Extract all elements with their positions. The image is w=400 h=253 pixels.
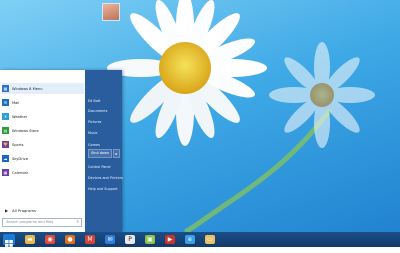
- program-item-mail[interactable]: ✉ Mail: [2, 97, 84, 108]
- link-pictures[interactable]: Pictures: [88, 117, 122, 127]
- program-label: Mail: [12, 100, 20, 105]
- all-programs-button[interactable]: ▶ All Programs: [5, 206, 83, 214]
- search-input[interactable]: Search programs and files ⌕: [2, 218, 82, 227]
- video-icon: ▶: [167, 235, 173, 243]
- chrome-icon: ◉: [47, 235, 53, 243]
- internet-explorer-icon: e: [188, 235, 192, 243]
- program-label: Calendar: [12, 170, 29, 175]
- user-avatar[interactable]: [102, 3, 120, 21]
- file-explorer-icon: ▬: [27, 235, 33, 243]
- program-label: Windows Store: [12, 128, 39, 133]
- sports-icon: 🏆: [2, 141, 9, 148]
- shutdown-button[interactable]: Shut down: [88, 149, 112, 158]
- start-button[interactable]: [3, 234, 15, 247]
- all-programs-label: All Programs: [12, 207, 36, 213]
- program-item-calendar[interactable]: ▦ Calendar: [2, 167, 84, 178]
- mail-icon: ✉: [2, 99, 9, 106]
- weather-icon: ☀: [2, 113, 9, 120]
- mail-icon: ✉: [107, 235, 113, 243]
- chevron-right-icon: ▶: [5, 207, 9, 213]
- firefox-icon: ●: [67, 235, 73, 243]
- start-menu-programs-pane: ▦ Windows 8 Menu ✉ Mail ☀ Weather ▤ Wind…: [0, 70, 85, 232]
- program-label: Sports: [12, 142, 24, 147]
- program-item-weather[interactable]: ☀ Weather: [2, 111, 84, 122]
- android-icon: ▣: [147, 235, 153, 243]
- taskbar-file-explorer[interactable]: ▬: [25, 235, 35, 244]
- link-music[interactable]: Music: [88, 128, 122, 138]
- program-item-skydrive[interactable]: ☁ SkyDrive: [2, 153, 84, 164]
- shutdown-options-button[interactable]: ▸: [113, 149, 120, 158]
- taskbar-chrome[interactable]: ◉: [45, 235, 55, 244]
- link-devices-and-printers[interactable]: Devices and Printers: [88, 173, 123, 183]
- start-menu-icon: ▦: [2, 85, 9, 92]
- taskbar-video[interactable]: ▶: [165, 235, 175, 244]
- link-control-panel[interactable]: Control Panel: [88, 162, 122, 172]
- search-icon: ⌕: [76, 220, 79, 225]
- folder-icon: ▭: [207, 235, 213, 243]
- skydrive-icon: ☁: [2, 155, 9, 162]
- shutdown-label: Shut down: [91, 151, 110, 155]
- taskbar-folder[interactable]: ▭: [205, 235, 215, 244]
- powerpoint-icon: P: [128, 235, 132, 243]
- program-item-sports[interactable]: 🏆 Sports: [2, 139, 84, 150]
- search-placeholder: Search programs and files: [6, 220, 54, 224]
- program-label: SkyDrive: [12, 156, 28, 161]
- taskbar-mail[interactable]: ✉: [105, 235, 115, 244]
- taskbar-powerpoint[interactable]: P: [125, 235, 135, 244]
- taskbar-android[interactable]: ▣: [145, 235, 155, 244]
- link-user-name[interactable]: Ed Bott: [88, 96, 122, 106]
- program-label: Windows 8 Menu: [12, 86, 43, 91]
- program-item-windows-8-menu[interactable]: ▦ Windows 8 Menu: [2, 83, 84, 94]
- windows-logo-icon: [5, 240, 13, 247]
- store-icon: ▤: [2, 127, 9, 134]
- taskbar: ▬ ◉ ● M ✉ P ▣ ▶ e ▭: [0, 232, 400, 247]
- program-item-windows-store[interactable]: ▤ Windows Store: [2, 125, 84, 136]
- chevron-right-icon: ▸: [115, 151, 118, 156]
- taskbar-firefox[interactable]: ●: [65, 235, 75, 244]
- program-label: Weather: [12, 114, 28, 119]
- link-help-and-support[interactable]: Help and Support: [88, 184, 122, 194]
- taskbar-internet-explorer[interactable]: e: [185, 235, 195, 244]
- taskbar-gmail[interactable]: M: [85, 235, 95, 244]
- calendar-icon: ▦: [2, 169, 9, 176]
- link-documents[interactable]: Documents: [88, 106, 122, 116]
- gmail-icon: M: [87, 235, 93, 243]
